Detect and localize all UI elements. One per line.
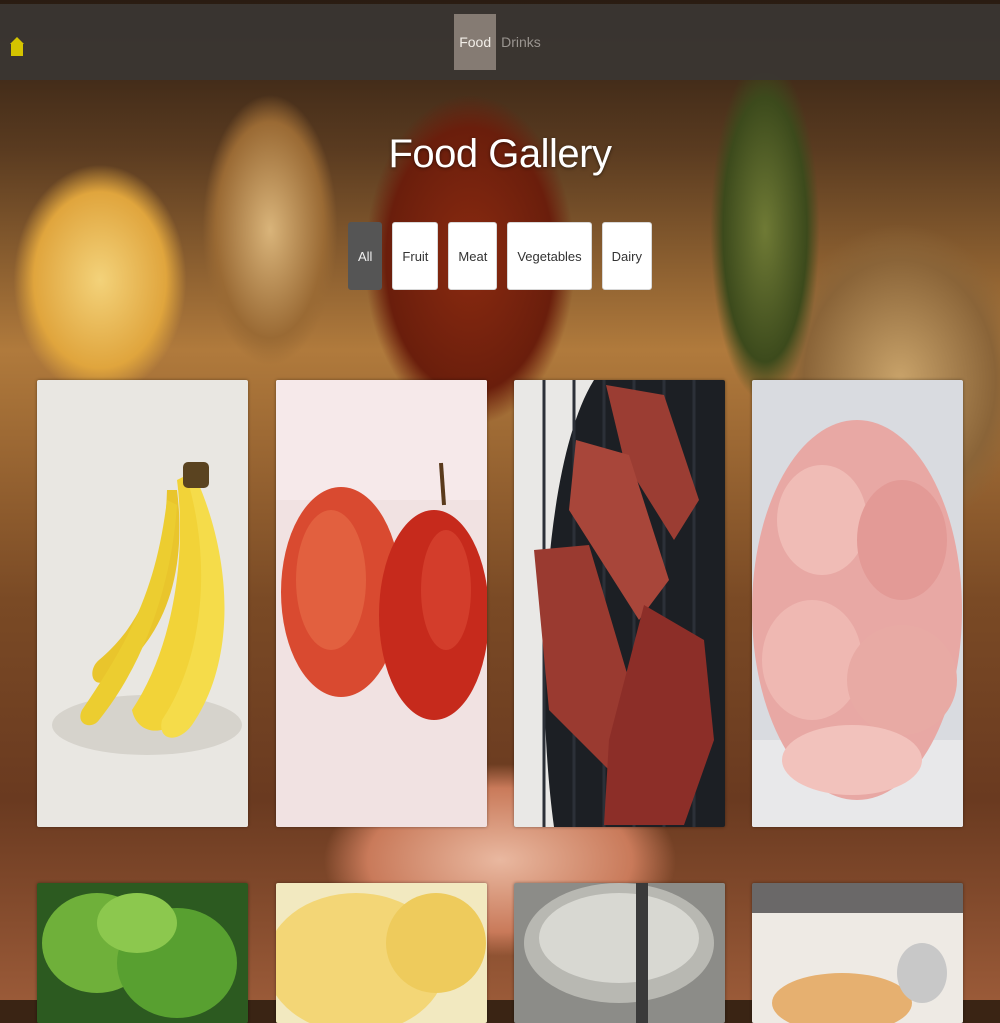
filter-vegetables-button[interactable]: Vegetables <box>507 222 592 290</box>
filter-dairy-button[interactable]: Dairy <box>601 222 653 290</box>
top-navigation-bar: Food Drinks <box>0 4 1000 80</box>
filter-meat-button[interactable]: Meat <box>448 222 498 290</box>
gallery-card-bread[interactable] <box>276 883 487 1023</box>
dairy-bowl-image <box>752 883 963 1023</box>
filter-all-button[interactable]: All <box>347 222 383 290</box>
gallery-card-apples[interactable] <box>276 380 487 827</box>
main-nav: Food Drinks <box>454 14 546 70</box>
lettuce-image <box>37 883 248 1023</box>
filter-fruit-button[interactable]: Fruit <box>392 222 439 290</box>
gallery-card-bananas[interactable] <box>37 380 248 827</box>
bread-image <box>276 883 487 1023</box>
gallery-card-raw-chicken[interactable] <box>752 380 963 827</box>
home-icon[interactable] <box>9 35 25 57</box>
page-title: Food Gallery <box>388 132 612 176</box>
measuring-cup-image <box>514 883 725 1023</box>
gallery-card-measuring-cup[interactable] <box>514 883 725 1023</box>
raw-chicken-image <box>752 380 963 827</box>
gallery-card-grilled-meat[interactable] <box>514 380 725 827</box>
bananas-image <box>37 380 248 827</box>
nav-item-drinks[interactable]: Drinks <box>496 14 546 70</box>
apples-image <box>276 380 487 827</box>
grilled-meat-image <box>514 380 725 827</box>
gallery-card-lettuce[interactable] <box>37 883 248 1023</box>
filter-bar: All Fruit Meat Vegetables Dairy <box>0 222 1000 290</box>
gallery-card-dairy-bowl[interactable] <box>752 883 963 1023</box>
nav-item-food[interactable]: Food <box>454 14 497 70</box>
nav-item-label: Food <box>459 34 492 50</box>
nav-item-label: Drinks <box>501 34 541 50</box>
